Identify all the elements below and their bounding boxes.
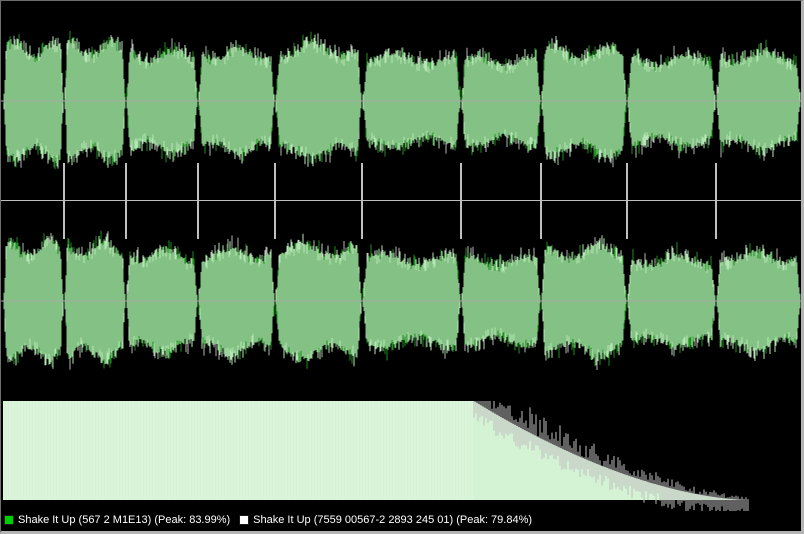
track-segment [461, 246, 541, 354]
track-segment [716, 39, 801, 161]
track-segment [64, 230, 126, 370]
track-segment [716, 243, 801, 361]
track-segment [541, 36, 627, 168]
track-segment [541, 235, 627, 370]
legend-label: Shake It Up (567 2 M1E13) (Peak: 83.99%) [18, 514, 231, 526]
track-segment [198, 235, 275, 365]
green-swatch-icon [4, 515, 14, 525]
spectrum-graph [3, 401, 750, 511]
track-segment [362, 47, 461, 157]
track-segment [126, 240, 198, 360]
white-swatch-icon [239, 515, 250, 525]
track-segment [627, 242, 716, 357]
track-segment [198, 40, 275, 164]
track-segment [627, 45, 716, 159]
track-segment [362, 244, 461, 361]
channel-2-waveform [3, 230, 801, 370]
waveform-canvas[interactable] [1, 1, 801, 511]
track-segment [3, 34, 64, 170]
track-segment [126, 38, 198, 163]
legend-item-second-source: Shake It Up (7559 00567-2 2893 245 01) (… [239, 514, 532, 526]
legend-label: Shake It Up (7559 00567-2 2893 245 01) (… [253, 514, 533, 526]
channel-1-waveform [3, 31, 801, 170]
legend: Shake It Up (567 2 M1E13) (Peak: 83.99%)… [4, 512, 794, 528]
track-segment [64, 31, 126, 168]
waveform-comparison-view: Shake It Up (567 2 M1E13) (Peak: 83.99%)… [0, 0, 804, 534]
legend-item-first-source: Shake It Up (567 2 M1E13) (Peak: 83.99%) [4, 514, 230, 526]
track-segment [275, 31, 362, 167]
